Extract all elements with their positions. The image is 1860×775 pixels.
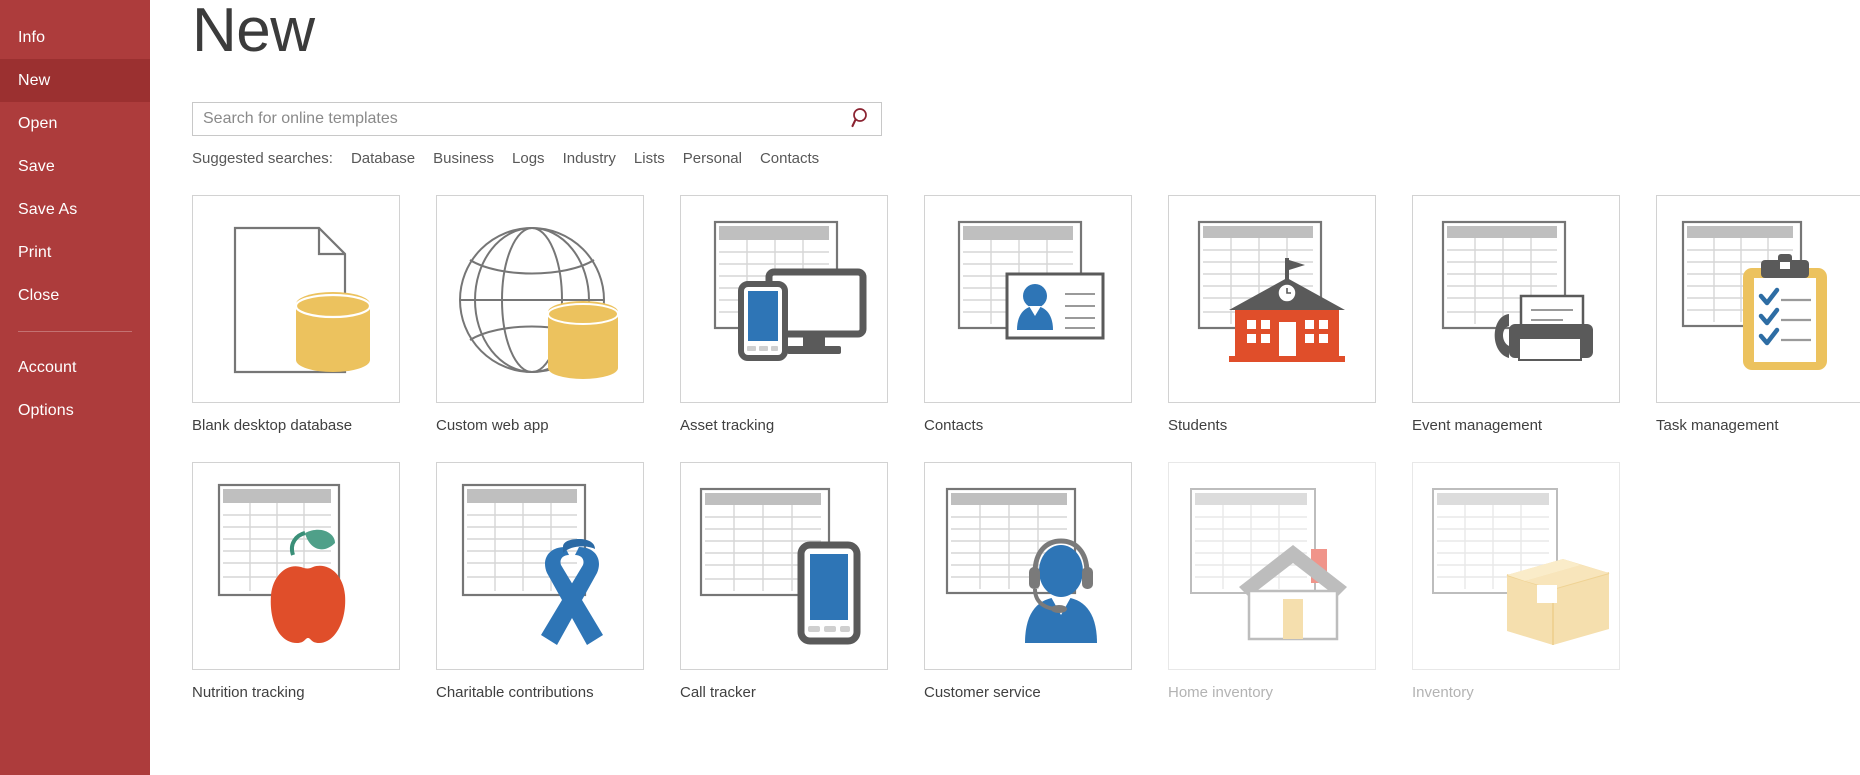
template-grid-row-1: Blank desktop database Custom web app As… bbox=[192, 195, 1860, 434]
template-card-custom-web-app[interactable]: Custom web app bbox=[436, 195, 680, 434]
suggested-link-business[interactable]: Business bbox=[433, 150, 494, 167]
sidebar-item-label: New bbox=[18, 72, 51, 89]
template-thumbnail bbox=[192, 195, 400, 403]
template-label: Blank desktop database bbox=[192, 417, 353, 434]
template-label: Inventory bbox=[1412, 684, 1474, 701]
template-label: Home inventory bbox=[1168, 684, 1274, 701]
template-card-asset-tracking[interactable]: Asset tracking bbox=[680, 195, 924, 434]
sidebar-item-new[interactable]: New bbox=[0, 59, 150, 102]
template-label: Customer service bbox=[924, 684, 1041, 701]
sidebar-item-label: Open bbox=[18, 115, 58, 132]
sidebar-item-label: Info bbox=[18, 29, 46, 46]
template-card-customer-service[interactable]: Customer service bbox=[924, 462, 1168, 701]
template-thumbnail bbox=[1412, 195, 1620, 403]
search-input[interactable] bbox=[193, 103, 843, 135]
template-card-nutrition-tracking[interactable]: Nutrition tracking bbox=[192, 462, 436, 701]
headset-agent-icon bbox=[945, 487, 1097, 643]
template-card-home-inventory[interactable]: Home inventory bbox=[1168, 462, 1412, 701]
template-thumbnail bbox=[1168, 195, 1376, 403]
sidebar-divider bbox=[18, 331, 132, 332]
sidebar-item-options[interactable]: Options bbox=[0, 389, 150, 432]
template-card-blank-desktop-database[interactable]: Blank desktop database bbox=[192, 195, 436, 434]
template-card-call-tracker[interactable]: Call tracker bbox=[680, 462, 924, 701]
backstage-sidebar: Info New Open Save Save As Print Close A… bbox=[0, 0, 150, 775]
suggested-searches: Suggested searches: Database Business Lo… bbox=[192, 150, 1860, 167]
house-icon bbox=[1190, 488, 1347, 641]
template-card-students[interactable]: Students bbox=[1168, 195, 1412, 434]
ribbon-icon bbox=[461, 483, 603, 645]
sidebar-item-open[interactable]: Open bbox=[0, 102, 150, 145]
globe-database-icon bbox=[459, 227, 619, 379]
template-thumbnail bbox=[1412, 462, 1620, 670]
sidebar-item-label: Save bbox=[18, 158, 55, 175]
template-thumbnail bbox=[924, 195, 1132, 403]
monitor-phone-icon bbox=[713, 220, 867, 361]
template-label: Task management bbox=[1656, 417, 1779, 434]
sidebar-item-label: Close bbox=[18, 287, 60, 304]
search-button[interactable] bbox=[843, 103, 881, 135]
smartphone-icon bbox=[699, 487, 861, 645]
template-label: Charitable contributions bbox=[436, 684, 594, 701]
suggested-link-personal[interactable]: Personal bbox=[683, 150, 742, 167]
template-label: Call tracker bbox=[680, 684, 756, 701]
suggested-searches-label: Suggested searches: bbox=[192, 150, 333, 167]
sidebar-item-label: Save As bbox=[18, 201, 78, 218]
box-icon bbox=[1432, 488, 1610, 645]
fax-machine-icon bbox=[1441, 220, 1593, 361]
template-card-contacts[interactable]: Contacts bbox=[924, 195, 1168, 434]
backstage-main: New Suggested searches: Database Bus bbox=[150, 0, 1860, 775]
sidebar-item-label: Options bbox=[18, 402, 74, 419]
template-card-charitable-contributions[interactable]: Charitable contributions bbox=[436, 462, 680, 701]
template-thumbnail bbox=[680, 195, 888, 403]
template-card-event-management[interactable]: Event management bbox=[1412, 195, 1656, 434]
contact-card-icon bbox=[957, 220, 1105, 340]
template-grid-row-2: Nutrition tracking Charitable contributi… bbox=[192, 462, 1860, 701]
search-box[interactable] bbox=[192, 102, 882, 136]
sidebar-item-label: Account bbox=[18, 359, 77, 376]
template-label: Students bbox=[1168, 417, 1228, 434]
blank-database-icon bbox=[233, 226, 372, 374]
access-backstage-window: Info New Open Save Save As Print Close A… bbox=[0, 0, 1860, 775]
sidebar-item-info[interactable]: Info bbox=[0, 16, 150, 59]
template-thumbnail bbox=[1168, 462, 1376, 670]
apple-icon bbox=[217, 483, 346, 643]
search-row bbox=[192, 102, 1860, 136]
suggested-link-logs[interactable]: Logs bbox=[512, 150, 545, 167]
sidebar-item-save-as[interactable]: Save As bbox=[0, 188, 150, 231]
clipboard-check-icon bbox=[1681, 220, 1827, 370]
suggested-link-industry[interactable]: Industry bbox=[563, 150, 616, 167]
template-thumbnail bbox=[192, 462, 400, 670]
template-label: Nutrition tracking bbox=[192, 684, 305, 701]
sidebar-item-close[interactable]: Close bbox=[0, 274, 150, 317]
template-card-task-management[interactable]: Task management bbox=[1656, 195, 1860, 434]
search-icon bbox=[851, 107, 873, 132]
template-label: Contacts bbox=[924, 417, 984, 434]
template-thumbnail bbox=[924, 462, 1132, 670]
page-title: New bbox=[192, 0, 315, 65]
template-thumbnail bbox=[680, 462, 888, 670]
sidebar-item-label: Print bbox=[18, 244, 52, 261]
suggested-link-contacts[interactable]: Contacts bbox=[760, 150, 819, 167]
template-card-inventory[interactable]: Inventory bbox=[1412, 462, 1656, 701]
template-label: Event management bbox=[1412, 417, 1543, 434]
template-thumbnail bbox=[436, 462, 644, 670]
suggested-link-lists[interactable]: Lists bbox=[634, 150, 665, 167]
sidebar-item-account[interactable]: Account bbox=[0, 346, 150, 389]
template-thumbnail bbox=[436, 195, 644, 403]
template-label: Custom web app bbox=[436, 417, 549, 434]
sidebar-item-print[interactable]: Print bbox=[0, 231, 150, 274]
schoolhouse-icon bbox=[1197, 220, 1345, 362]
sidebar-item-save[interactable]: Save bbox=[0, 145, 150, 188]
template-thumbnail bbox=[1656, 195, 1860, 403]
template-label: Asset tracking bbox=[680, 417, 775, 434]
suggested-link-database[interactable]: Database bbox=[351, 150, 415, 167]
